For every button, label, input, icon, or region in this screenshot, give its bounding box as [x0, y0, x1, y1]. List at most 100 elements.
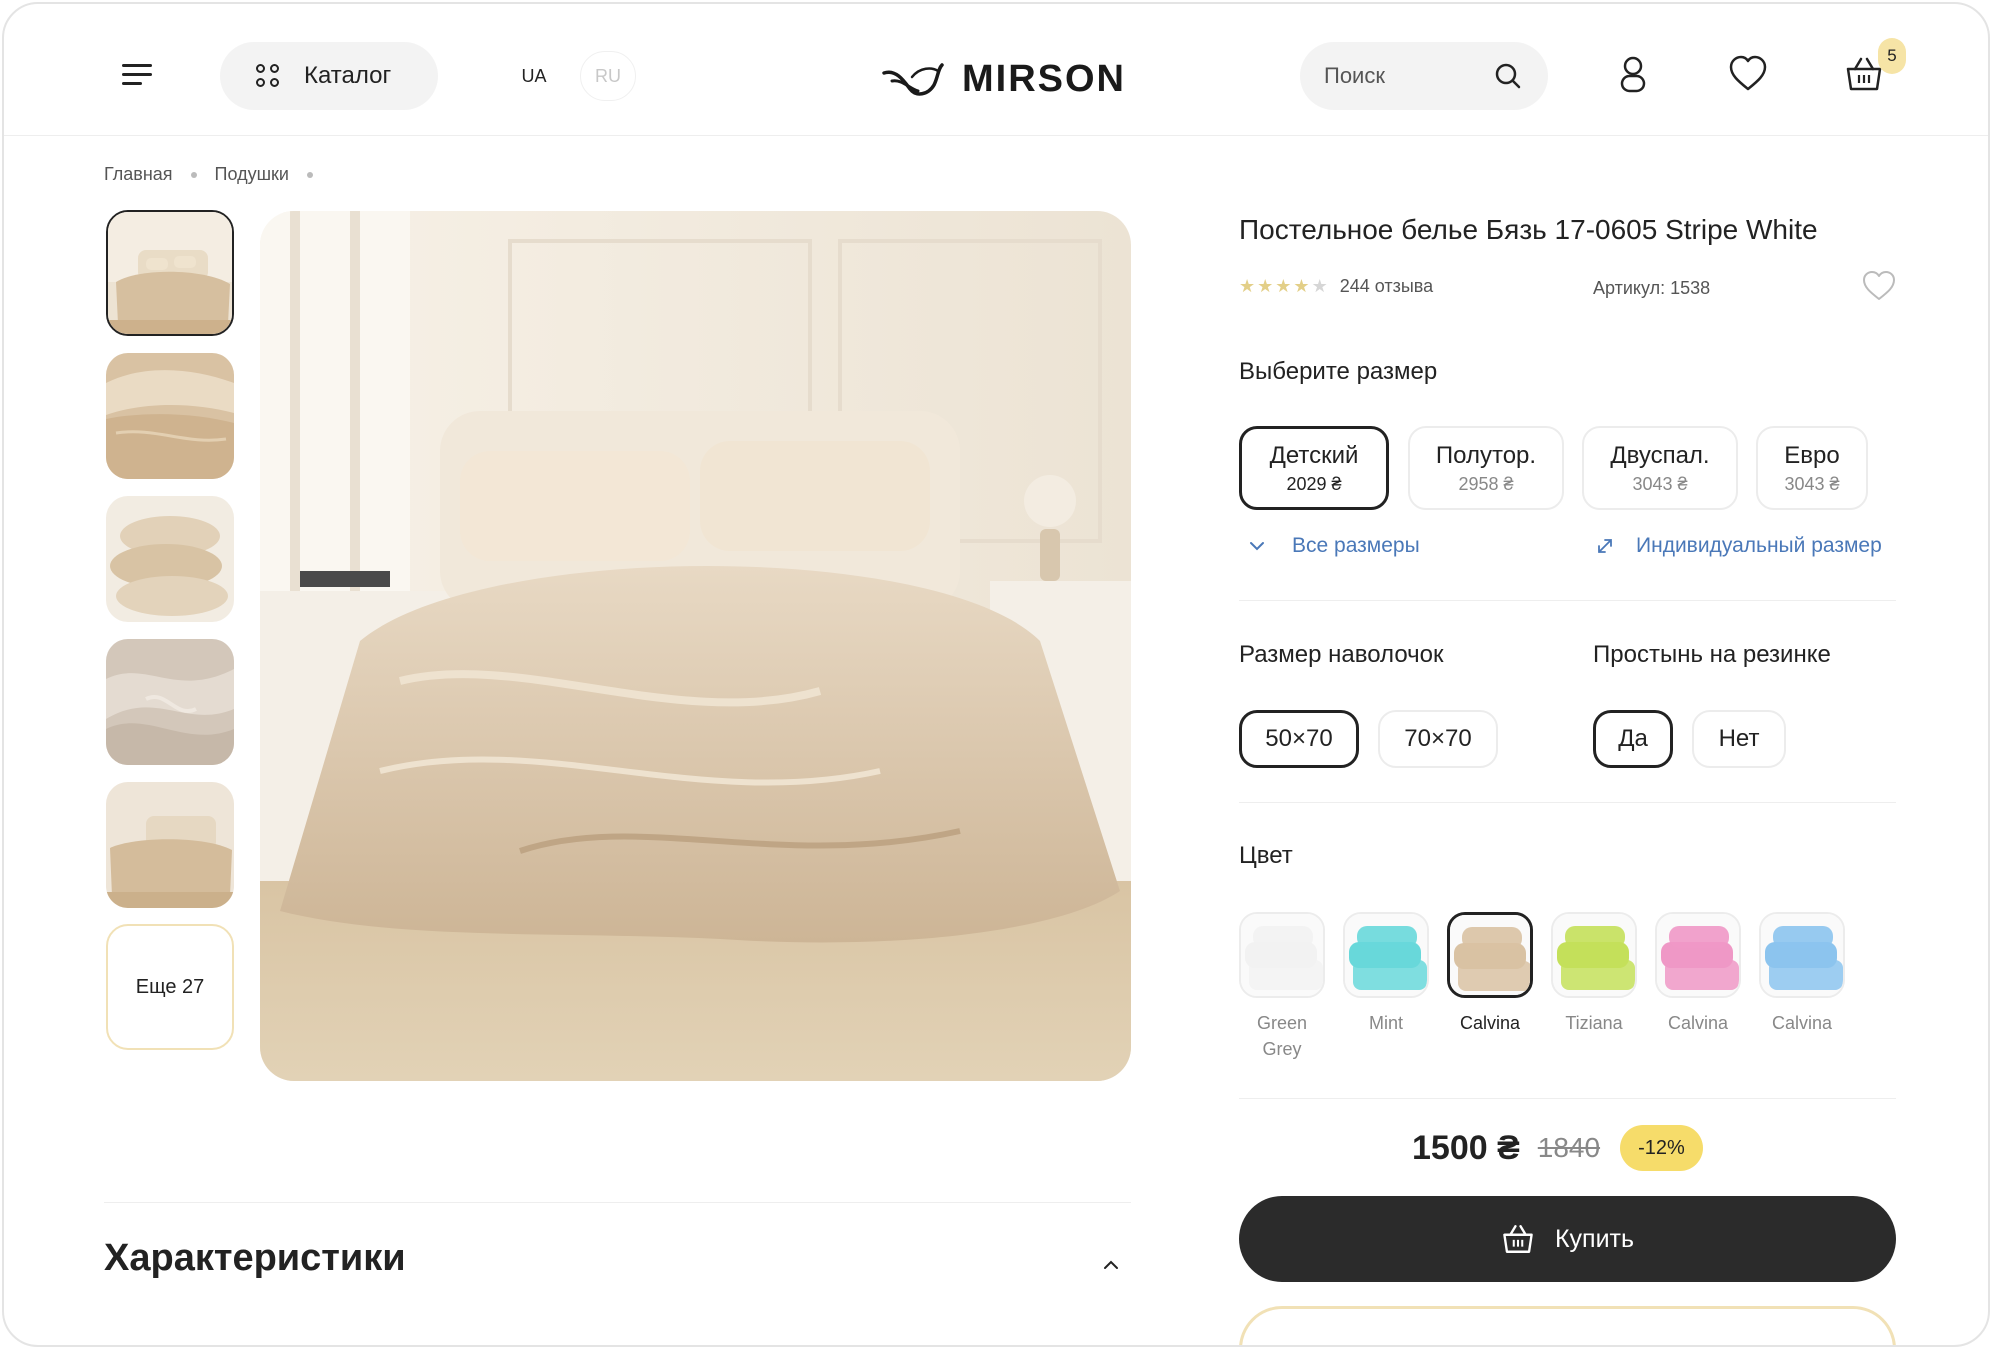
- star-icon: ★: [1257, 276, 1274, 296]
- bedroom-image: [106, 782, 234, 908]
- color-swatch[interactable]: [1759, 912, 1845, 998]
- user-icon[interactable]: [1613, 54, 1653, 94]
- gallery-thumb-2[interactable]: [106, 353, 234, 479]
- star-icon: ★: [1311, 276, 1328, 296]
- all-sizes-link[interactable]: Все размеры: [1248, 534, 1420, 558]
- bedroom-image: [108, 212, 232, 334]
- pillow-color-image: [1657, 914, 1739, 996]
- size-price: 2958 ₴: [1458, 473, 1514, 494]
- search-box: [1300, 42, 1548, 110]
- color-name: Calvina: [1771, 1013, 1833, 1033]
- product-sku: Артикул: 1538: [1593, 278, 1711, 298]
- color-swatch[interactable]: [1447, 912, 1533, 998]
- size-option-euro[interactable]: Евро 3043 ₴: [1756, 426, 1868, 510]
- discount-badge: -12%: [1620, 1125, 1703, 1171]
- elastic-yes-option[interactable]: Да: [1593, 710, 1673, 768]
- size-option-double[interactable]: Двуспал. 3043 ₴: [1582, 426, 1738, 510]
- gallery-thumb-3[interactable]: [106, 496, 234, 622]
- header: Каталог UA RU MIRSON Поиск 5: [4, 4, 1988, 136]
- star-icon: ★: [1293, 276, 1310, 296]
- catalog-label: Каталог: [304, 62, 392, 89]
- elastic-no-option[interactable]: Нет: [1692, 710, 1786, 768]
- gallery-thumb-4[interactable]: [106, 639, 234, 765]
- lang-ru-button[interactable]: RU: [580, 51, 636, 101]
- page-frame: Каталог UA RU MIRSON Поиск 5 Главная Под…: [2, 2, 1990, 1347]
- custom-size-label: Индивидуальный размер: [1636, 534, 1882, 557]
- color-swatch[interactable]: [1551, 912, 1637, 998]
- size-option-kids[interactable]: Детский 2029 ₴: [1239, 426, 1389, 510]
- product-title: Постельное белье Бязь 17-0605 Stripe Whi…: [1239, 214, 1818, 245]
- color-label: Цвет: [1239, 842, 1293, 869]
- pillow-color-image: [1450, 915, 1530, 995]
- breadcrumb: Главная Подушки: [104, 164, 331, 185]
- color-swatch[interactable]: [1343, 912, 1429, 998]
- custom-size-link[interactable]: Индивидуальный размер: [1596, 534, 1882, 558]
- size-name: Евро: [1784, 441, 1840, 469]
- logo[interactable]: MIRSON: [882, 54, 1126, 104]
- bedroom-photo: [260, 211, 1131, 1081]
- product-main-image[interactable]: [260, 211, 1131, 1081]
- chevron-up-icon[interactable]: [1101, 1255, 1121, 1275]
- star-icon: ★: [1275, 276, 1292, 296]
- size-name: Двуспал.: [1610, 441, 1710, 469]
- pillows-stack-image: [106, 496, 234, 622]
- star-icon: ★: [1239, 276, 1256, 296]
- divider: [1239, 600, 1896, 601]
- size-price: 2029 ₴: [1286, 473, 1342, 494]
- color-name: Mint: [1368, 1013, 1403, 1033]
- color-swatch[interactable]: [1239, 912, 1325, 998]
- color-swatch[interactable]: [1655, 912, 1741, 998]
- buy-label: Купить: [1554, 1224, 1635, 1253]
- pillow-color-image: [1345, 914, 1427, 996]
- color-name: Calvina: [1667, 1013, 1729, 1033]
- expand-icon: [1598, 539, 1612, 553]
- pillow-size-label: Размер наволочок: [1239, 641, 1444, 668]
- pillow-color-image: [1553, 914, 1635, 996]
- size-option-single[interactable]: Полутор. 2958 ₴: [1408, 426, 1564, 510]
- current-price: 1500 ₴: [1412, 1128, 1520, 1167]
- gallery-more-button[interactable]: Еще 27: [106, 924, 234, 1050]
- gallery-thumb-5[interactable]: [106, 782, 234, 908]
- fabric-texture-image: [106, 639, 234, 765]
- size-price: 3043 ₴: [1784, 473, 1840, 494]
- catalog-button[interactable]: Каталог: [220, 42, 438, 110]
- buy-button[interactable]: Купить: [1239, 1196, 1896, 1282]
- secondary-action-button[interactable]: [1239, 1306, 1896, 1345]
- size-price: 3043 ₴: [1632, 473, 1688, 494]
- logo-text: MIRSON: [962, 57, 1126, 100]
- cart-count-badge: 5: [1878, 38, 1906, 74]
- search-icon[interactable]: [1494, 62, 1522, 90]
- breadcrumb-separator: [306, 171, 313, 178]
- basket-icon: [1503, 1225, 1533, 1253]
- breadcrumb-home[interactable]: Главная: [104, 164, 173, 185]
- rating[interactable]: ★ ★ ★ ★ ★ 244 отзыва: [1239, 276, 1433, 297]
- pillow-color-image: [1241, 914, 1323, 996]
- gallery-thumb-1[interactable]: [106, 210, 234, 336]
- search-input[interactable]: [1324, 63, 1494, 89]
- divider: [1239, 1098, 1896, 1099]
- lang-ua-button[interactable]: UA: [506, 51, 562, 101]
- pillow-closeup-image: [106, 353, 234, 479]
- all-sizes-label: Все размеры: [1292, 534, 1420, 557]
- old-price: 1840: [1537, 1132, 1601, 1163]
- logo-swan-icon: [882, 63, 944, 96]
- pillow-color-image: [1761, 914, 1843, 996]
- pillow-size-70x70[interactable]: 70×70: [1378, 710, 1498, 768]
- specs-section: Характеристики: [104, 1202, 1131, 1345]
- size-label: Выберите размер: [1239, 358, 1438, 385]
- menu-icon[interactable]: [122, 64, 156, 86]
- size-name: Полутор.: [1435, 441, 1537, 469]
- color-name: Tiziana: [1565, 1013, 1623, 1033]
- wishlist-icon[interactable]: [1728, 54, 1768, 94]
- color-name: Green Grey: [1256, 1013, 1308, 1059]
- color-name: Calvina: [1459, 1013, 1521, 1033]
- catalog-grid-icon: [256, 64, 280, 88]
- price-row: 1500 ₴ 1840 -12%: [1412, 1124, 1703, 1172]
- add-to-favorites-icon[interactable]: [1862, 270, 1896, 302]
- divider: [1239, 802, 1896, 803]
- elastic-sheet-label: Простынь на резинке: [1593, 641, 1831, 668]
- reviews-count[interactable]: 244 отзыва: [1340, 276, 1433, 297]
- pillow-size-50x70[interactable]: 50×70: [1239, 710, 1359, 768]
- breadcrumb-pillows[interactable]: Подушки: [215, 164, 289, 185]
- specs-title[interactable]: Характеристики: [104, 1237, 406, 1280]
